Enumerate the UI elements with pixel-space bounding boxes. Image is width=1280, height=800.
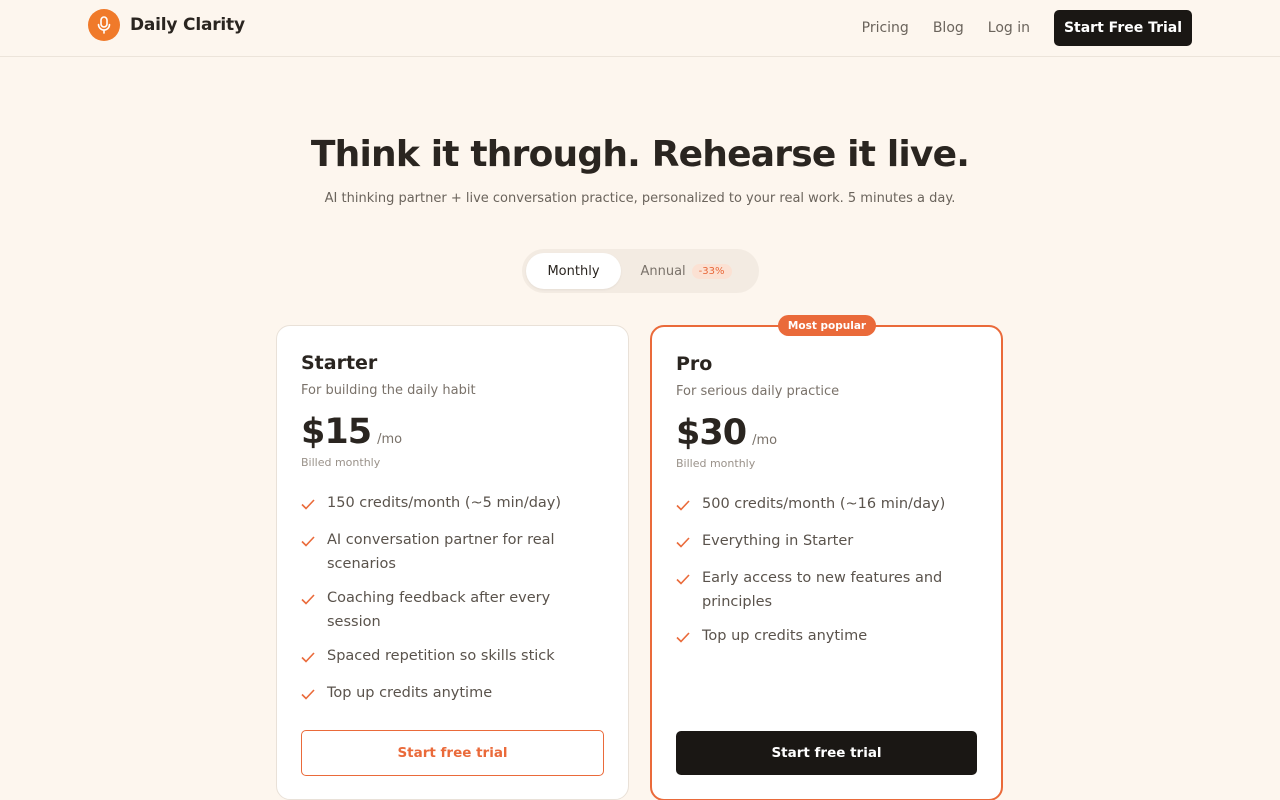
- feature-item: 150 credits/month (~5 min/day): [301, 491, 604, 518]
- pro-start-trial-button[interactable]: Start free trial: [676, 731, 977, 775]
- check-icon: [676, 492, 702, 519]
- feature-text: AI conversation partner for real scenari…: [327, 532, 555, 572]
- top-navigation-bar: Daily Clarity Pricing Blog Log in Start …: [0, 0, 1280, 57]
- check-icon: [301, 528, 327, 576]
- feature-text: 150 credits/month (~5 min/day): [327, 495, 562, 511]
- feature-item: Spaced repetition so skills stick: [301, 644, 604, 671]
- plan-card-starter: Starter For building the daily habit $15…: [276, 325, 629, 800]
- check-icon: [301, 491, 327, 518]
- billing-note: Billed monthly: [301, 456, 381, 469]
- feature-item: Coaching feedback after every session: [301, 586, 604, 634]
- microphone-icon: [88, 9, 120, 41]
- hero-title: Think it through. Rehearse it live.: [310, 134, 970, 175]
- nav-link-login[interactable]: Log in: [988, 10, 1030, 46]
- nav-link-blog[interactable]: Blog: [933, 10, 964, 46]
- feature-item: AI conversation partner for real scenari…: [301, 528, 604, 576]
- check-icon: [301, 644, 327, 671]
- feature-list: 500 credits/month (~16 min/day) Everythi…: [676, 492, 977, 651]
- feature-text: Top up credits anytime: [327, 685, 493, 701]
- check-icon: [676, 624, 702, 651]
- feature-item: Top up credits anytime: [301, 681, 604, 708]
- check-icon: [301, 586, 327, 634]
- toggle-annual-label: Annual: [640, 263, 686, 279]
- plan-description: For building the daily habit: [301, 383, 476, 398]
- price-row: $15 /mo: [301, 412, 604, 452]
- starter-start-trial-button[interactable]: Start free trial: [301, 730, 604, 776]
- annual-discount-badge: -33%: [691, 263, 732, 279]
- main-nav: Pricing Blog Log in Start Free Trial: [862, 10, 1192, 46]
- plan-name: Pro: [676, 353, 713, 375]
- check-icon: [676, 529, 702, 556]
- feature-item: Everything in Starter: [676, 529, 977, 556]
- feature-text: Top up credits anytime: [702, 628, 868, 644]
- plan-price: $30: [676, 413, 747, 453]
- feature-item: 500 credits/month (~16 min/day): [676, 492, 977, 519]
- price-period: /mo: [377, 432, 403, 447]
- brand-logo-link[interactable]: Daily Clarity: [88, 9, 245, 41]
- plan-price: $15: [301, 412, 372, 452]
- toggle-monthly[interactable]: Monthly: [526, 253, 621, 289]
- brand-name: Daily Clarity: [130, 15, 245, 35]
- start-free-trial-button[interactable]: Start Free Trial: [1054, 10, 1192, 46]
- hero-subtitle: AI thinking partner + live conversation …: [324, 191, 956, 206]
- toggle-annual[interactable]: Annual -33%: [621, 253, 751, 289]
- billing-note: Billed monthly: [676, 457, 756, 470]
- plan-card-pro: Pro For serious daily practice $30 /mo B…: [650, 325, 1003, 800]
- billing-period-toggle: Monthly Annual -33%: [522, 249, 759, 293]
- check-icon: [301, 681, 327, 708]
- feature-text: Spaced repetition so skills stick: [327, 648, 555, 664]
- feature-text: Everything in Starter: [702, 533, 854, 549]
- feature-item: Top up credits anytime: [676, 624, 977, 651]
- plan-name: Starter: [301, 352, 378, 374]
- feature-text: Coaching feedback after every session: [327, 590, 551, 630]
- nav-link-pricing[interactable]: Pricing: [862, 10, 909, 46]
- check-icon: [676, 566, 702, 614]
- plan-description: For serious daily practice: [676, 384, 840, 399]
- feature-text: Early access to new features and princip…: [702, 570, 943, 610]
- feature-text: 500 credits/month (~16 min/day): [702, 496, 946, 512]
- feature-list: 150 credits/month (~5 min/day) AI conver…: [301, 491, 604, 708]
- feature-item: Early access to new features and princip…: [676, 566, 977, 614]
- price-row: $30 /mo: [676, 413, 977, 453]
- most-popular-badge: Most popular: [778, 315, 876, 336]
- price-period: /mo: [752, 433, 778, 448]
